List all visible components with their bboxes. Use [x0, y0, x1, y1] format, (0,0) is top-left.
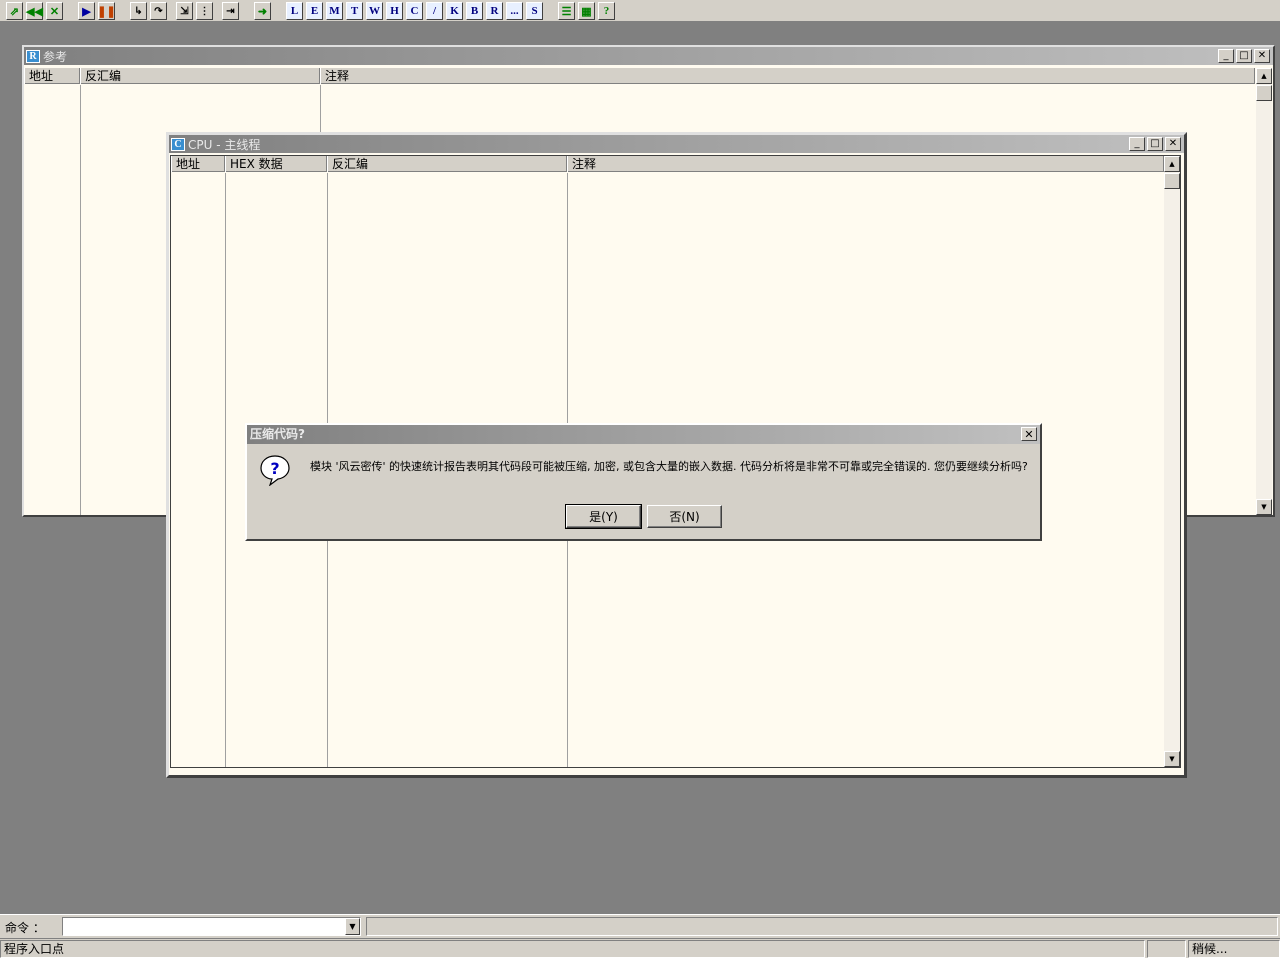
chevron-down-icon[interactable]: ▼ — [345, 918, 360, 935]
col-comment[interactable]: 注释 — [567, 156, 1164, 172]
references-titlebar[interactable]: R 参考 _ □ ✕ — [24, 47, 1273, 65]
main-toolbar: ⇗ ◀◀ ✕ ▶ ❚❚ ↳ ↷ ⇲ ⋮ ⇥ ➜ L E M T W H C / … — [0, 0, 1280, 22]
compressed-code-dialog: 压缩代码? ✕ ? 模块 '风云密传' 的快速统计报告表明其代码段可能被压缩, … — [245, 423, 1042, 541]
toolbar-btn-s[interactable]: S — [526, 2, 543, 20]
toolbar-btn-slash[interactable]: / — [426, 2, 443, 20]
references-window-icon: R — [26, 49, 40, 63]
toolbar-btn-c[interactable]: C — [406, 2, 423, 20]
scroll-down-icon[interactable]: ▼ — [1164, 751, 1180, 767]
status-middle — [1147, 940, 1186, 958]
command-label: 命令 ： — [5, 921, 45, 935]
dialog-title: 压缩代码? — [247, 425, 1040, 444]
divider — [225, 173, 226, 767]
close-button[interactable]: ✕ — [1165, 137, 1181, 151]
grid-icon[interactable]: ▦ — [578, 2, 595, 20]
yes-button[interactable]: 是(Y) — [565, 504, 642, 529]
toolbar-btn-h[interactable]: H — [386, 2, 403, 20]
execute-till-return-icon[interactable]: ⇥ — [222, 2, 239, 20]
help-icon[interactable]: ? — [598, 2, 615, 20]
toolbar-btn-m[interactable]: M — [326, 2, 343, 20]
scroll-up-icon[interactable]: ▲ — [1256, 68, 1272, 84]
col-disassembly[interactable]: 反汇编 — [327, 156, 567, 172]
maximize-button[interactable]: □ — [1147, 137, 1163, 151]
toolbar-btn-dots[interactable]: ... — [506, 2, 523, 20]
cpu-header: 地址 HEX 数据 反汇编 注释 — [171, 156, 1164, 172]
open-file-icon[interactable]: ⇗ — [6, 2, 23, 20]
cpu-scrollbar[interactable]: ▲ ▼ — [1164, 156, 1180, 767]
cpu-window-icon: C — [171, 137, 185, 151]
status-bar: 程序入口点 稍候... — [0, 938, 1280, 958]
scroll-up-icon[interactable]: ▲ — [1164, 156, 1180, 172]
toolbar-btn-l[interactable]: L — [286, 2, 303, 20]
scroll-thumb[interactable] — [1256, 85, 1272, 101]
col-address[interactable]: 地址 — [171, 156, 225, 172]
svg-text:?: ? — [270, 459, 279, 478]
toolbar-btn-r[interactable]: R — [486, 2, 503, 20]
minimize-button[interactable]: _ — [1218, 49, 1234, 63]
scroll-thumb[interactable] — [1164, 173, 1180, 189]
toolbar-btn-e[interactable]: E — [306, 2, 323, 20]
list-icon[interactable]: ☰ — [558, 2, 575, 20]
question-icon: ? — [260, 455, 290, 486]
trace-into-icon[interactable]: ⇲ — [176, 2, 193, 20]
toolbar-btn-k[interactable]: K — [446, 2, 463, 20]
dialog-close-button[interactable]: ✕ — [1021, 427, 1037, 441]
minimize-button[interactable]: _ — [1129, 137, 1145, 151]
toolbar-btn-t[interactable]: T — [346, 2, 363, 20]
references-scrollbar[interactable]: ▲ ▼ — [1256, 68, 1272, 515]
references-title: 参考 — [43, 49, 68, 64]
references-header: 地址 反汇编 注释 — [24, 68, 1255, 84]
maximize-button[interactable]: □ — [1236, 49, 1252, 63]
pause-icon[interactable]: ❚❚ — [97, 2, 116, 20]
restart-icon[interactable]: ◀◀ — [26, 2, 43, 20]
step-into-icon[interactable]: ↳ — [130, 2, 147, 20]
command-info-panel — [366, 917, 1278, 936]
close-program-icon[interactable]: ✕ — [46, 2, 63, 20]
toolbar-btn-w[interactable]: W — [366, 2, 383, 20]
run-icon[interactable]: ▶ — [78, 2, 95, 20]
col-comment[interactable]: 注释 — [320, 68, 1255, 84]
step-over-icon[interactable]: ↷ — [150, 2, 167, 20]
col-disassembly[interactable]: 反汇编 — [80, 68, 320, 84]
status-right: 稍候... — [1188, 940, 1280, 958]
cpu-titlebar[interactable]: C CPU - 主线程 _ □ ✕ — [169, 135, 1184, 153]
scroll-down-icon[interactable]: ▼ — [1256, 499, 1272, 515]
dialog-message: 模块 '风云密传' 的快速统计报告表明其代码段可能被压缩, 加密, 或包含大量的… — [310, 460, 1028, 473]
close-button[interactable]: ✕ — [1254, 49, 1270, 63]
divider — [80, 85, 81, 515]
status-left: 程序入口点 — [0, 940, 1145, 958]
cpu-title: CPU - 主线程 — [188, 137, 261, 152]
no-button[interactable]: 否(N) — [647, 505, 722, 528]
col-address[interactable]: 地址 — [24, 68, 80, 84]
command-bar: 命令 ： ▼ — [0, 914, 1280, 938]
go-to-icon[interactable]: ➜ — [254, 2, 271, 20]
trace-over-icon[interactable]: ⋮ — [196, 2, 213, 20]
toolbar-btn-b[interactable]: B — [466, 2, 483, 20]
command-input[interactable]: ▼ — [62, 917, 361, 936]
col-hex-data[interactable]: HEX 数据 — [225, 156, 327, 172]
